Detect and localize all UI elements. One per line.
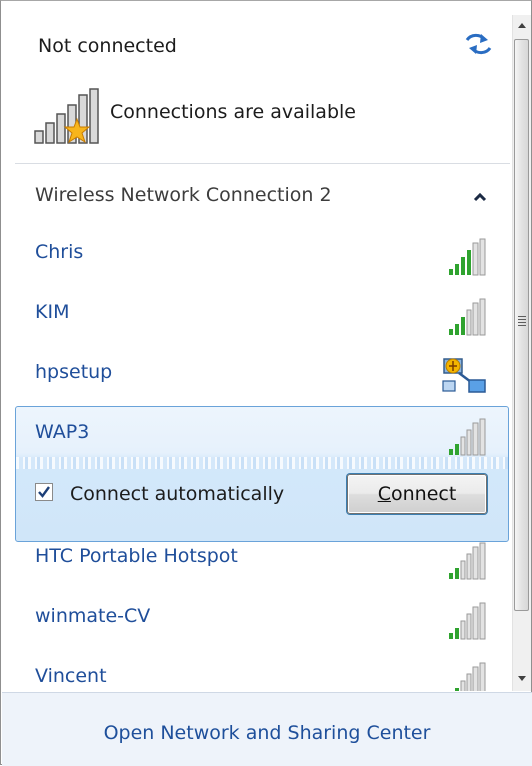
checkmark-icon [38, 486, 50, 498]
signal-strength-icon [441, 659, 493, 691]
selection-highlight [16, 457, 508, 469]
chevron-up-icon[interactable] [469, 187, 491, 207]
connect-button-accesskey: C [377, 483, 391, 505]
signal-strength-icon [441, 235, 493, 279]
network-item-htc-portable-hotspot[interactable]: HTC Portable Hotspot [15, 531, 511, 589]
signal-strength-icon [441, 295, 493, 339]
network-name: Vincent [35, 665, 107, 687]
network-item-vincent[interactable]: Vincent [15, 651, 511, 691]
network-item-wap3-selected[interactable]: WAP3 Connect automatically Connect [15, 406, 509, 542]
network-name: Chris [35, 241, 84, 263]
network-name: winmate-CV [35, 605, 151, 627]
signal-strength-icon [441, 599, 493, 643]
network-name: hpsetup [35, 361, 113, 383]
vertical-scrollbar[interactable] [512, 15, 531, 691]
flyout-footer: Open Network and Sharing Center [2, 692, 532, 766]
connection-status: Not connected [38, 35, 177, 57]
connect-automatically-label: Connect automatically [70, 483, 285, 505]
connections-available-text: Connections are available [110, 101, 356, 123]
network-name: KIM [35, 301, 70, 323]
network-item-chris[interactable]: Chris [15, 227, 511, 285]
connect-automatically-checkbox[interactable] [35, 483, 53, 501]
network-name: WAP3 [35, 421, 90, 443]
grip-icon [518, 316, 526, 326]
network-item-hpsetup[interactable]: hpsetup [15, 347, 511, 405]
divider [15, 163, 510, 164]
signal-bars-with-star-icon [33, 87, 103, 149]
connect-button[interactable]: Connect [347, 474, 487, 514]
network-item-winmate-cv[interactable]: winmate-CV [15, 591, 511, 649]
network-flyout: Not connected Connections are available … [0, 0, 532, 766]
signal-strength-icon [441, 539, 493, 583]
network-name: HTC Portable Hotspot [35, 545, 238, 567]
network-item-kim[interactable]: KIM [15, 287, 511, 345]
scrollbar-thumb[interactable] [514, 39, 529, 611]
adapter-title: Wireless Network Connection 2 [35, 184, 332, 206]
connect-button-label: onnect [390, 483, 457, 505]
open-network-sharing-center-link[interactable]: Open Network and Sharing Center [2, 722, 532, 744]
signal-strength-icon [441, 415, 493, 459]
scroll-down-arrow-icon[interactable] [513, 667, 531, 689]
scroll-up-arrow-icon[interactable] [513, 15, 531, 37]
adhoc-network-icon [441, 355, 493, 399]
refresh-icon[interactable] [463, 31, 495, 57]
